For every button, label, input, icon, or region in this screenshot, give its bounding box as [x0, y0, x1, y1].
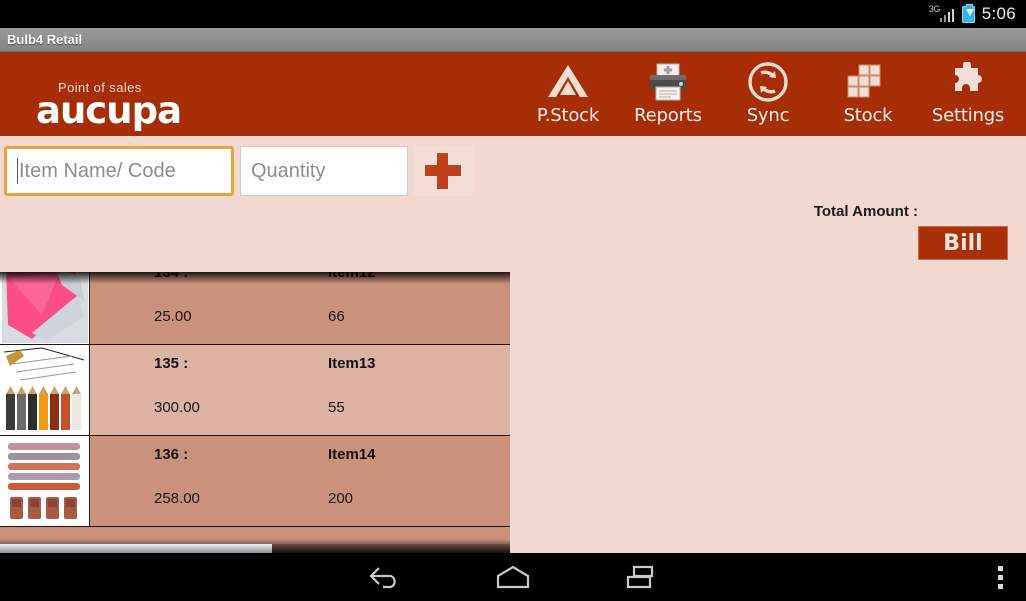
- nav-item-reports[interactable]: Reports: [618, 50, 718, 134]
- table-row[interactable]: 136 : Item14 258.00 200: [0, 436, 510, 527]
- clock-label: 5:06: [981, 4, 1016, 23]
- recent-apps-icon[interactable]: [597, 553, 687, 601]
- battery-charging-icon: [961, 3, 975, 23]
- app-root: 3G 5:06 Bulb4 Retail Point of sales aucu…: [0, 0, 1026, 601]
- item-qty: 200: [328, 490, 354, 507]
- chevron-up-icon: [546, 60, 590, 104]
- item-name-code-input[interactable]: Item Name/ Code: [4, 146, 234, 196]
- item-qty: 66: [328, 308, 345, 325]
- bill-button-label: Bill: [943, 230, 983, 256]
- plus-icon: [425, 153, 461, 189]
- window-title-bar: Bulb4 Retail: [0, 28, 1026, 52]
- item-name: Item12: [328, 272, 376, 281]
- android-status-bar: 3G 5:06: [0, 0, 1026, 28]
- item-info-cell: 134 : Item12 25.00 66: [90, 272, 510, 344]
- quantity-input-placeholder: Quantity: [251, 159, 326, 182]
- signal-bars-icon: 3G: [928, 4, 955, 23]
- pink-fabric-thumb: [1, 272, 88, 343]
- item-code: 135 :: [154, 355, 189, 372]
- back-arrow-icon[interactable]: [340, 553, 430, 601]
- horizontal-scrollbar[interactable]: [0, 544, 510, 553]
- entry-form: Item Name/ Code Quantity: [0, 146, 1026, 198]
- android-nav-bar: [0, 553, 1026, 601]
- item-list-body: 134 : Item12 25.00 66 135: Item13 300.0…: [0, 272, 510, 527]
- item-info-cell: 136 : Item14 258.00 200: [90, 436, 510, 526]
- bill-button[interactable]: Bill: [918, 226, 1008, 260]
- nav-label-sync: Sync: [746, 105, 790, 126]
- nav-item-sync[interactable]: Sync: [718, 50, 818, 134]
- item-price: 25.00: [154, 308, 192, 325]
- item-info-cell: 135 : Item13 300.00 55: [90, 345, 510, 435]
- item-name: Item14: [328, 446, 376, 463]
- table-row[interactable]: 134 : Item12 25.00 66: [0, 272, 510, 345]
- network-type-label: 3G: [928, 4, 941, 14]
- header-nav: P.Stock Reports Sync Stock Settings: [518, 50, 1018, 134]
- item-thumbnail-cell: [0, 272, 90, 344]
- brand-logo: Point of sales aucupa: [18, 64, 248, 129]
- item-name: Item13: [328, 355, 376, 372]
- nav-item-pstock[interactable]: P.Stock: [518, 50, 618, 134]
- add-item-button[interactable]: [413, 146, 473, 196]
- item-thumbnail-cell: [0, 436, 90, 526]
- window-title: Bulb4 Retail: [7, 32, 83, 47]
- item-price: 300.00: [154, 399, 200, 416]
- item-code: 134 :: [154, 272, 189, 281]
- sync-circle-icon: [747, 60, 789, 104]
- nav-item-stock[interactable]: Stock: [818, 50, 918, 134]
- colored-pencils-thumb: [1, 346, 88, 434]
- item-qty: 55: [328, 399, 345, 416]
- overflow-menu-icon[interactable]: [980, 553, 1020, 601]
- signal-bars-glyph: [939, 8, 955, 22]
- nav-label-pstock: P.Stock: [536, 105, 600, 126]
- nav-label-reports: Reports: [634, 105, 702, 126]
- cosmetics-thumb: [1, 437, 88, 525]
- table-row[interactable]: 135 : Item13 300.00 55: [0, 345, 510, 436]
- brand-name: aucupa: [36, 89, 182, 132]
- puzzle-piece-icon: [947, 60, 989, 104]
- item-code: 136 :: [154, 446, 189, 463]
- item-thumbnail-cell: [0, 345, 90, 435]
- total-amount-label: Total Amount :: [813, 203, 918, 220]
- text-caret: [17, 158, 18, 184]
- nav-item-settings[interactable]: Settings: [918, 50, 1018, 134]
- grid-blocks-icon: [845, 60, 891, 104]
- home-icon[interactable]: [468, 553, 558, 601]
- quantity-input[interactable]: Quantity: [240, 146, 408, 196]
- nav-label-stock: Stock: [843, 105, 893, 126]
- printer-icon: [646, 60, 690, 104]
- item-list[interactable]: 134 : Item12 25.00 66 135: Item13 300.0…: [0, 272, 510, 553]
- item-price: 258.00: [154, 490, 200, 507]
- nav-label-settings: Settings: [931, 105, 1005, 126]
- item-input-placeholder: Item Name/ Code: [19, 159, 176, 182]
